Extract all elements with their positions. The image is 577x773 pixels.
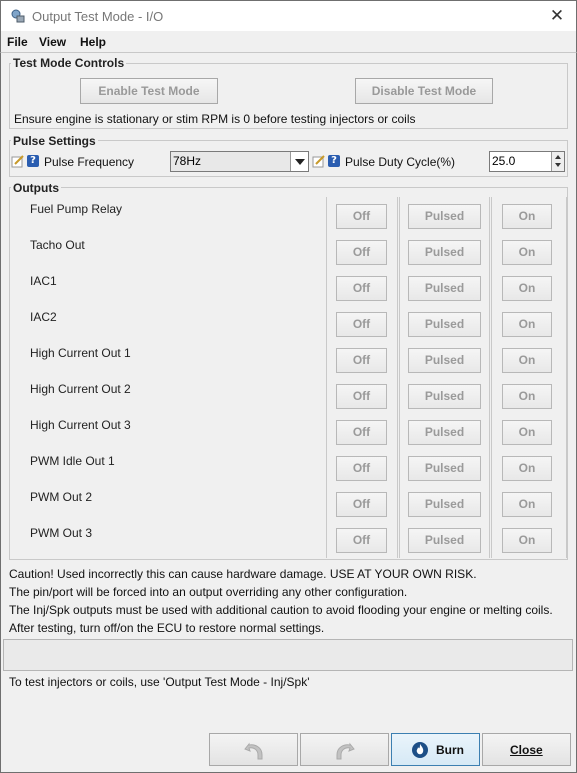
test-mode-controls-title: Test Mode Controls — [11, 56, 127, 70]
disable-test-mode-button[interactable]: Disable Test Mode — [355, 78, 493, 104]
output-pulsed-button[interactable]: Pulsed — [408, 420, 481, 445]
output-pulsed-button[interactable]: Pulsed — [408, 204, 481, 229]
help-icon[interactable]: ? — [27, 155, 39, 167]
output-on-button[interactable]: On — [502, 492, 552, 517]
warning-line: Caution! Used incorrectly this can cause… — [9, 567, 477, 581]
output-off-button[interactable]: Off — [336, 456, 387, 481]
pulse-duty-cycle-spinner[interactable]: 25.0 — [489, 151, 565, 172]
test-mode-note: Ensure engine is stationary or stim RPM … — [14, 112, 416, 126]
enable-test-mode-button[interactable]: Enable Test Mode — [80, 78, 218, 104]
pulse-frequency-value: 78Hz — [173, 154, 202, 168]
output-off-button[interactable]: Off — [336, 384, 387, 409]
output-on-button[interactable]: On — [502, 348, 552, 373]
redo-button[interactable] — [300, 733, 389, 766]
undo-icon — [244, 742, 263, 760]
output-pulsed-button[interactable]: Pulsed — [408, 456, 481, 481]
output-pulsed-button[interactable]: Pulsed — [408, 240, 481, 265]
status-field — [3, 639, 573, 671]
output-label: IAC1 — [30, 274, 57, 288]
output-off-button[interactable]: Off — [336, 276, 387, 301]
output-pulsed-button[interactable]: Pulsed — [408, 384, 481, 409]
edit-icon[interactable] — [11, 154, 25, 168]
output-on-button[interactable]: On — [502, 528, 552, 553]
output-off-button[interactable]: Off — [336, 420, 387, 445]
close-button[interactable]: Close — [482, 733, 571, 766]
output-off-button[interactable]: Off — [336, 492, 387, 517]
help-icon[interactable]: ? — [328, 155, 340, 167]
warning-line: After testing, turn off/on the ECU to re… — [9, 621, 325, 635]
output-pulsed-button[interactable]: Pulsed — [408, 348, 481, 373]
title-bar: Output Test Mode - I/O ✕ — [0, 0, 577, 31]
output-label: PWM Out 3 — [30, 526, 93, 540]
output-off-button[interactable]: Off — [336, 240, 387, 265]
edit-icon[interactable] — [312, 154, 326, 168]
output-on-button[interactable]: On — [502, 384, 552, 409]
pulse-duty-cycle-value: 25.0 — [492, 154, 516, 168]
output-off-button[interactable]: Off — [336, 204, 387, 229]
app-icon — [11, 9, 25, 23]
warning-line: The Inj/Spk outputs must be used with ad… — [9, 603, 553, 617]
close-window-button[interactable]: ✕ — [544, 4, 570, 28]
output-pulsed-button[interactable]: Pulsed — [408, 312, 481, 337]
output-label: IAC2 — [30, 310, 57, 324]
output-pulsed-button[interactable]: Pulsed — [408, 492, 481, 517]
output-label: PWM Out 2 — [30, 490, 93, 504]
output-label: High Current Out 3 — [30, 418, 131, 432]
outputs-title: Outputs — [11, 181, 61, 195]
spinner-down-icon[interactable] — [551, 161, 564, 171]
output-off-button[interactable]: Off — [336, 528, 387, 553]
undo-button[interactable] — [209, 733, 298, 766]
chevron-down-icon[interactable] — [290, 152, 308, 171]
pulse-settings-title: Pulse Settings — [11, 134, 98, 148]
warning-line: The pin/port will be forced into an outp… — [9, 585, 408, 599]
output-on-button[interactable]: On — [502, 420, 552, 445]
output-on-button[interactable]: On — [502, 276, 552, 301]
output-label: High Current Out 2 — [30, 382, 131, 396]
output-on-button[interactable]: On — [502, 456, 552, 481]
pulse-frequency-select[interactable]: 78Hz — [170, 151, 309, 172]
redo-icon — [336, 742, 355, 760]
warning-line: To test injectors or coils, use 'Output … — [9, 675, 310, 689]
output-off-button[interactable]: Off — [336, 312, 387, 337]
menu-file[interactable]: File — [7, 35, 28, 49]
output-on-button[interactable]: On — [502, 312, 552, 337]
window-title: Output Test Mode - I/O — [32, 9, 164, 24]
output-on-button[interactable]: On — [502, 204, 552, 229]
pulse-duty-cycle-label: Pulse Duty Cycle(%) — [345, 155, 456, 169]
output-label: PWM Idle Out 1 — [30, 454, 115, 468]
output-label: High Current Out 1 — [30, 346, 131, 360]
menu-view[interactable]: View — [39, 35, 66, 49]
pulse-frequency-label: Pulse Frequency — [44, 155, 135, 169]
output-label: Tacho Out — [30, 238, 85, 252]
output-on-button[interactable]: On — [502, 240, 552, 265]
output-pulsed-button[interactable]: Pulsed — [408, 528, 481, 553]
output-label: Fuel Pump Relay — [30, 202, 123, 216]
burn-label: Burn — [436, 743, 464, 757]
menu-help[interactable]: Help — [80, 35, 106, 49]
output-off-button[interactable]: Off — [336, 348, 387, 373]
close-label: Close — [510, 743, 543, 757]
burn-button[interactable]: Burn — [391, 733, 480, 766]
menu-bar: File View Help — [0, 31, 577, 53]
flame-icon — [412, 742, 428, 758]
output-pulsed-button[interactable]: Pulsed — [408, 276, 481, 301]
